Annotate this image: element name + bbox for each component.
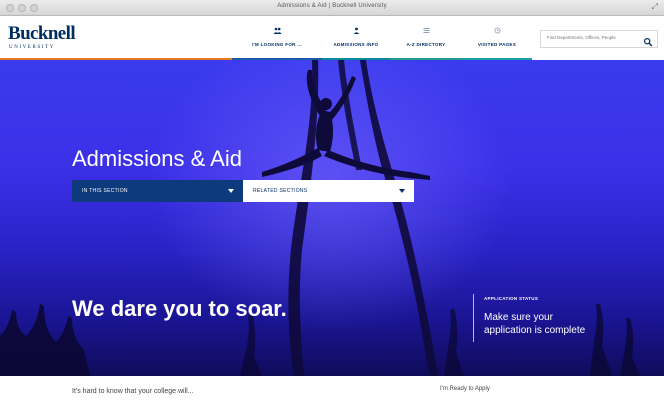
bucknell-logo[interactable]: Bucknell UNIVERSITY bbox=[0, 16, 232, 60]
in-this-section-dropdown[interactable]: IN THIS SECTION bbox=[72, 180, 243, 202]
dropdown-label: RELATED SECTIONS bbox=[253, 188, 308, 194]
chevron-down-icon bbox=[399, 189, 405, 193]
related-sections-dropdown[interactable]: RELATED SECTIONS bbox=[243, 180, 414, 202]
status-label: APPLICATION STATUS bbox=[484, 296, 539, 301]
window-titlebar: Admissions & Aid | Bucknell University ⤢ bbox=[0, 0, 664, 16]
application-status-link[interactable]: APPLICATION STATUS Make sure your applic… bbox=[473, 294, 623, 342]
fullscreen-icon[interactable]: ⤢ bbox=[652, 2, 658, 12]
hero-banner: Admissions & Aid IN THIS SECTION RELATED… bbox=[0, 60, 664, 376]
status-text: Make sure your application is complete bbox=[484, 311, 623, 337]
status-text-line1: Make sure your bbox=[484, 312, 553, 323]
list-icon bbox=[390, 27, 462, 36]
ready-to-apply-link[interactable]: I'm Ready to Apply bbox=[440, 386, 490, 392]
nav-label: A-Z DIRECTORY bbox=[406, 42, 446, 47]
history-icon bbox=[462, 27, 532, 36]
search-box bbox=[540, 30, 658, 48]
window-title: Admissions & Aid | Bucknell University bbox=[277, 3, 387, 9]
logo-wordmark: Bucknell bbox=[8, 23, 76, 44]
people-icon bbox=[232, 27, 322, 36]
content-section: It's hard to know that your college will… bbox=[0, 376, 664, 418]
person-icon bbox=[322, 27, 390, 36]
nav-looking-for[interactable]: I'M LOOKING FOR ... bbox=[232, 16, 322, 60]
site-header: Bucknell UNIVERSITY I'M LOOKING FOR ... … bbox=[0, 16, 664, 60]
nav-admissions-info[interactable]: ADMISSIONS INFO bbox=[322, 16, 390, 60]
nav-label: I'M LOOKING FOR ... bbox=[252, 42, 302, 47]
nav-label: ADMISSIONS INFO bbox=[333, 42, 379, 47]
chevron-down-icon bbox=[228, 189, 234, 193]
status-text-line2: application is complete bbox=[484, 325, 586, 336]
intro-text: It's hard to know that your college will… bbox=[72, 388, 194, 395]
page-title: Admissions & Aid bbox=[72, 146, 242, 171]
logo-subtitle: UNIVERSITY bbox=[9, 45, 55, 50]
nav-az-directory[interactable]: A-Z DIRECTORY bbox=[390, 16, 462, 60]
search-icon[interactable] bbox=[643, 34, 653, 47]
nav-label: VISITED PAGES bbox=[477, 42, 517, 47]
hero-tagline: We dare you to soar. bbox=[72, 296, 287, 321]
nav-visited-pages[interactable]: VISITED PAGES bbox=[462, 16, 532, 60]
dropdown-label: IN THIS SECTION bbox=[82, 188, 128, 194]
search-input[interactable] bbox=[547, 35, 643, 40]
